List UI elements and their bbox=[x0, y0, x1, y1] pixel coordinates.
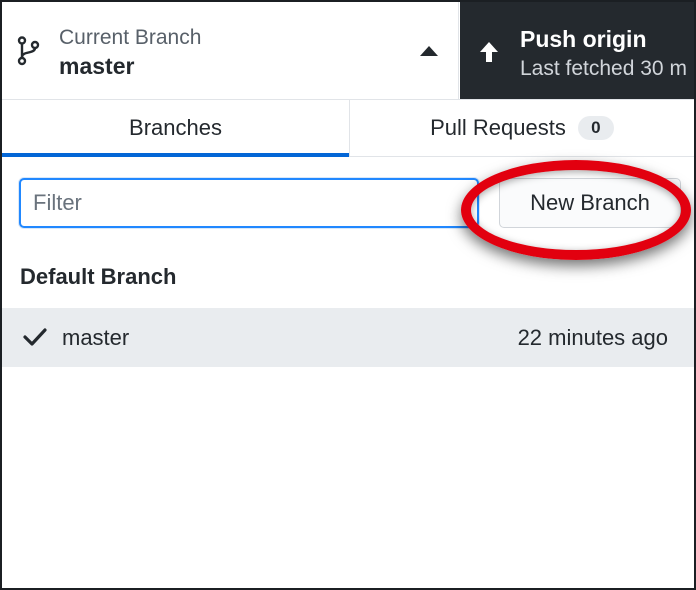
arrow-up-icon bbox=[480, 42, 498, 62]
tab-branches-label: Branches bbox=[129, 115, 222, 140]
branch-filter-input[interactable] bbox=[19, 178, 479, 228]
tab-branches[interactable]: Branches bbox=[2, 100, 349, 157]
app-window: Current Branch master Push origin Last f… bbox=[0, 0, 696, 590]
toolbar: Current Branch master Push origin Last f… bbox=[2, 2, 694, 100]
current-branch-name: master bbox=[59, 53, 135, 79]
tab-pull-requests-label: Pull Requests bbox=[430, 115, 566, 140]
check-icon bbox=[23, 328, 47, 346]
tab-bar: Branches Pull Requests 0 bbox=[2, 100, 694, 157]
tab-pull-requests[interactable]: Pull Requests 0 bbox=[349, 100, 694, 156]
caret-up-icon bbox=[420, 46, 438, 56]
branch-updated-time: 22 minutes ago bbox=[517, 325, 668, 350]
branch-list-item[interactable]: master 22 minutes ago bbox=[2, 308, 694, 367]
push-title: Push origin bbox=[520, 26, 647, 52]
git-branch-icon bbox=[17, 36, 40, 66]
push-origin-button[interactable]: Push origin Last fetched 30 m bbox=[460, 2, 694, 99]
pull-request-count-badge: 0 bbox=[577, 116, 614, 140]
current-branch-caption: Current Branch bbox=[59, 26, 202, 49]
new-branch-button[interactable]: New Branch bbox=[499, 178, 681, 228]
last-fetched-text: Last fetched 30 m bbox=[520, 57, 687, 80]
branch-name: master bbox=[62, 325, 130, 350]
current-branch-dropdown[interactable]: Current Branch master bbox=[2, 2, 459, 99]
default-branch-heading: Default Branch bbox=[20, 264, 177, 289]
